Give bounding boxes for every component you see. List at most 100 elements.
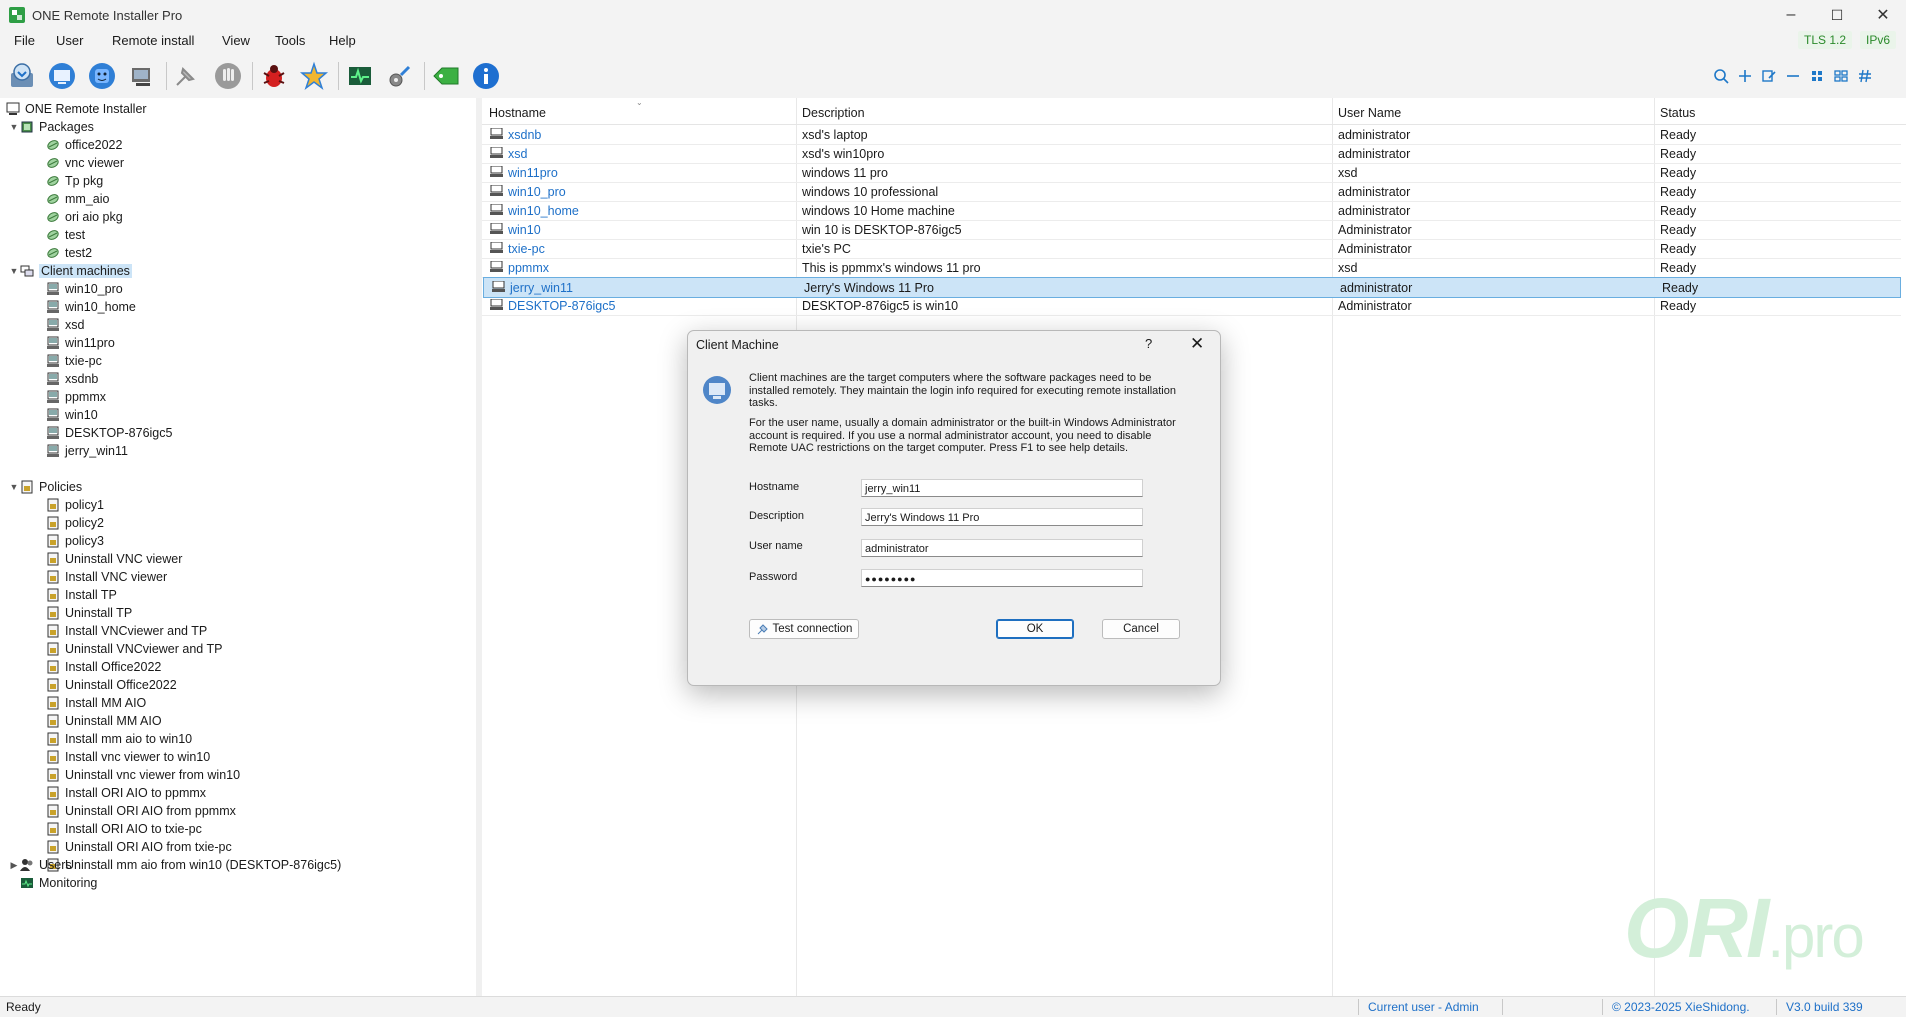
tiles-icon[interactable] xyxy=(1832,67,1850,85)
table-row[interactable]: txie-pc txie's PC Administrator Ready xyxy=(482,239,1901,259)
tree-item-client[interactable]: jerry_win11 xyxy=(46,442,128,460)
column-header-username[interactable]: User Name xyxy=(1338,106,1401,120)
cancel-button[interactable]: Cancel xyxy=(1102,619,1180,639)
password-field[interactable]: ●●●●●●●● xyxy=(861,569,1143,587)
tree-item-client[interactable]: txie-pc xyxy=(46,352,102,370)
tree-item-package[interactable]: Tp pkg xyxy=(46,172,103,190)
menu-file[interactable]: File xyxy=(14,33,35,48)
info-icon[interactable] xyxy=(470,60,502,92)
hash-icon[interactable] xyxy=(1856,67,1874,85)
stop-hand-icon[interactable] xyxy=(212,60,244,92)
cell-hostname[interactable]: xsd xyxy=(508,147,527,161)
menu-tools[interactable]: Tools xyxy=(275,33,305,48)
close-button[interactable]: ✕ xyxy=(1860,0,1906,30)
tree-item-package[interactable]: mm_aio xyxy=(46,190,109,208)
table-row[interactable]: ppmmx This is ppmmx's windows 11 pro xsd Re… xyxy=(482,258,1901,278)
cell-hostname[interactable]: jerry_win11 xyxy=(510,281,573,295)
table-row[interactable]: win10_pro windows 10 professional administ… xyxy=(482,182,1901,202)
tree-item-policy[interactable]: Install Office2022 xyxy=(46,658,161,676)
menu-view[interactable]: View xyxy=(222,33,250,48)
tree-item-policy[interactable]: Uninstall ORI AIO from txie-pc xyxy=(46,838,232,856)
tree-item-policy[interactable]: Install TP xyxy=(46,586,117,604)
remove-icon[interactable] xyxy=(1784,67,1802,85)
tree-item-client[interactable]: win10 xyxy=(46,406,98,424)
cell-hostname[interactable]: win11pro xyxy=(508,166,558,180)
table-row[interactable]: jerry_win11 Jerry's Windows 11 Pro adminis… xyxy=(483,277,1901,298)
tag-icon[interactable] xyxy=(430,60,462,92)
menu-remote-install[interactable]: Remote install xyxy=(112,33,194,48)
monitor-icon[interactable] xyxy=(344,60,376,92)
remote-desktop-icon[interactable] xyxy=(46,60,78,92)
tree-item-package[interactable]: office2022 xyxy=(46,136,122,154)
table-row[interactable]: DESKTOP-876igc5 DESKTOP-876igc5 is win10 A… xyxy=(482,296,1901,316)
tree-item-policy[interactable]: Uninstall ORI AIO from ppmmx xyxy=(46,802,236,820)
navigation-tree[interactable]: ONE Remote Installer ▼ Packages office20… xyxy=(0,98,477,996)
table-row[interactable]: win10_home windows 10 Home machine adminis… xyxy=(482,201,1901,221)
maximize-button[interactable]: ☐ xyxy=(1814,0,1860,30)
computer-icon[interactable] xyxy=(126,60,158,92)
cell-hostname[interactable]: xsdnb xyxy=(508,128,541,142)
settings-icon[interactable] xyxy=(384,60,416,92)
tree-item-policy[interactable]: Uninstall VNCviewer and TP xyxy=(46,640,222,658)
finder-icon[interactable] xyxy=(86,60,118,92)
column-header-hostname[interactable]: Hostname xyxy=(489,106,546,120)
tree-item-client[interactable]: win10_home xyxy=(46,298,136,316)
tree-node-packages[interactable]: ▼ Packages xyxy=(8,118,94,136)
tree-item-client[interactable]: DESKTOP-876igc5 xyxy=(46,424,172,442)
tree-item-policy[interactable]: Install MM AIO xyxy=(46,694,146,712)
minimize-button[interactable]: – xyxy=(1768,0,1814,30)
tree-root[interactable]: ONE Remote Installer xyxy=(6,100,147,118)
tree-item-package[interactable]: test xyxy=(46,226,85,244)
menu-user[interactable]: User xyxy=(56,33,83,48)
table-row[interactable]: win11pro windows 11 pro xsd Ready xyxy=(482,163,1901,183)
hostname-field[interactable]: jerry_win11 xyxy=(861,479,1143,497)
star-icon[interactable] xyxy=(298,60,330,92)
tree-item-policy[interactable]: policy3 xyxy=(46,532,104,550)
tree-item-package[interactable]: ori aio pkg xyxy=(46,208,123,226)
table-row[interactable]: xsdnb xsd's laptop administrator Ready xyxy=(482,125,1901,145)
ok-button[interactable]: OK xyxy=(996,619,1074,639)
tree-item-policy[interactable]: Install ORI AIO to txie-pc xyxy=(46,820,202,838)
chevron-down-icon[interactable]: ▼ xyxy=(8,482,20,492)
chevron-down-icon[interactable]: ▼ xyxy=(8,122,20,132)
help-button[interactable]: ? xyxy=(1145,336,1152,351)
tree-node-policies[interactable]: ▼ Policies xyxy=(8,478,83,496)
menu-help[interactable]: Help xyxy=(329,33,356,48)
tree-node-users[interactable]: ▶ Users xyxy=(8,856,72,874)
cell-hostname[interactable]: win10_home xyxy=(508,204,579,218)
pin-icon[interactable] xyxy=(170,60,202,92)
tree-item-client[interactable]: xsd xyxy=(46,316,84,334)
tree-item-policy[interactable]: Install VNCviewer and TP xyxy=(46,622,207,640)
tree-node-client-machines[interactable]: ▼ Client machines xyxy=(8,262,132,280)
tree-item-client[interactable]: win10_pro xyxy=(46,280,123,298)
tree-item-policy[interactable]: Install VNC viewer xyxy=(46,568,167,586)
tree-item-policy[interactable]: Uninstall VNC viewer xyxy=(46,550,182,568)
tree-item-policy[interactable]: Uninstall TP xyxy=(46,604,132,622)
tree-item-policy[interactable]: Uninstall Office2022 xyxy=(46,676,177,694)
tree-item-client[interactable]: win11pro xyxy=(46,334,115,352)
tree-item-policy[interactable]: Install ORI AIO to ppmmx xyxy=(46,784,206,802)
tree-item-client[interactable]: xsdnb xyxy=(46,370,98,388)
cell-hostname[interactable]: DESKTOP-876igc5 xyxy=(508,299,615,313)
add-icon[interactable] xyxy=(1736,67,1754,85)
bug-icon[interactable] xyxy=(258,60,290,92)
chevron-down-icon[interactable]: ▼ xyxy=(8,266,20,276)
dialog-close-button[interactable]: ✕ xyxy=(1190,334,1204,354)
table-row[interactable]: win10 win 10 is DESKTOP-876igc5 Administra… xyxy=(482,220,1901,240)
tree-item-policy[interactable]: Install mm aio to win10 xyxy=(46,730,192,748)
tree-item-policy[interactable]: policy2 xyxy=(46,514,104,532)
search-icon[interactable] xyxy=(1712,67,1730,85)
tree-item-package[interactable]: test2 xyxy=(46,244,92,262)
cell-hostname[interactable]: win10_pro xyxy=(508,185,566,199)
tree-item-policy[interactable]: policy1 xyxy=(46,496,104,514)
tree-item-policy[interactable]: Uninstall MM AIO xyxy=(46,712,162,730)
tree-item-client[interactable]: ppmmx xyxy=(46,388,106,406)
description-field[interactable]: Jerry's Windows 11 Pro xyxy=(861,508,1143,526)
test-connection-button[interactable]: Test connection xyxy=(749,619,859,639)
cell-hostname[interactable]: win10 xyxy=(508,223,541,237)
tree-item-policy[interactable]: Install vnc viewer to win10 xyxy=(46,748,210,766)
cell-hostname[interactable]: txie-pc xyxy=(508,242,545,256)
tree-node-monitoring[interactable]: Monitoring xyxy=(8,874,97,892)
edit-icon[interactable] xyxy=(1760,67,1778,85)
chevron-right-icon[interactable]: ▶ xyxy=(8,860,20,871)
